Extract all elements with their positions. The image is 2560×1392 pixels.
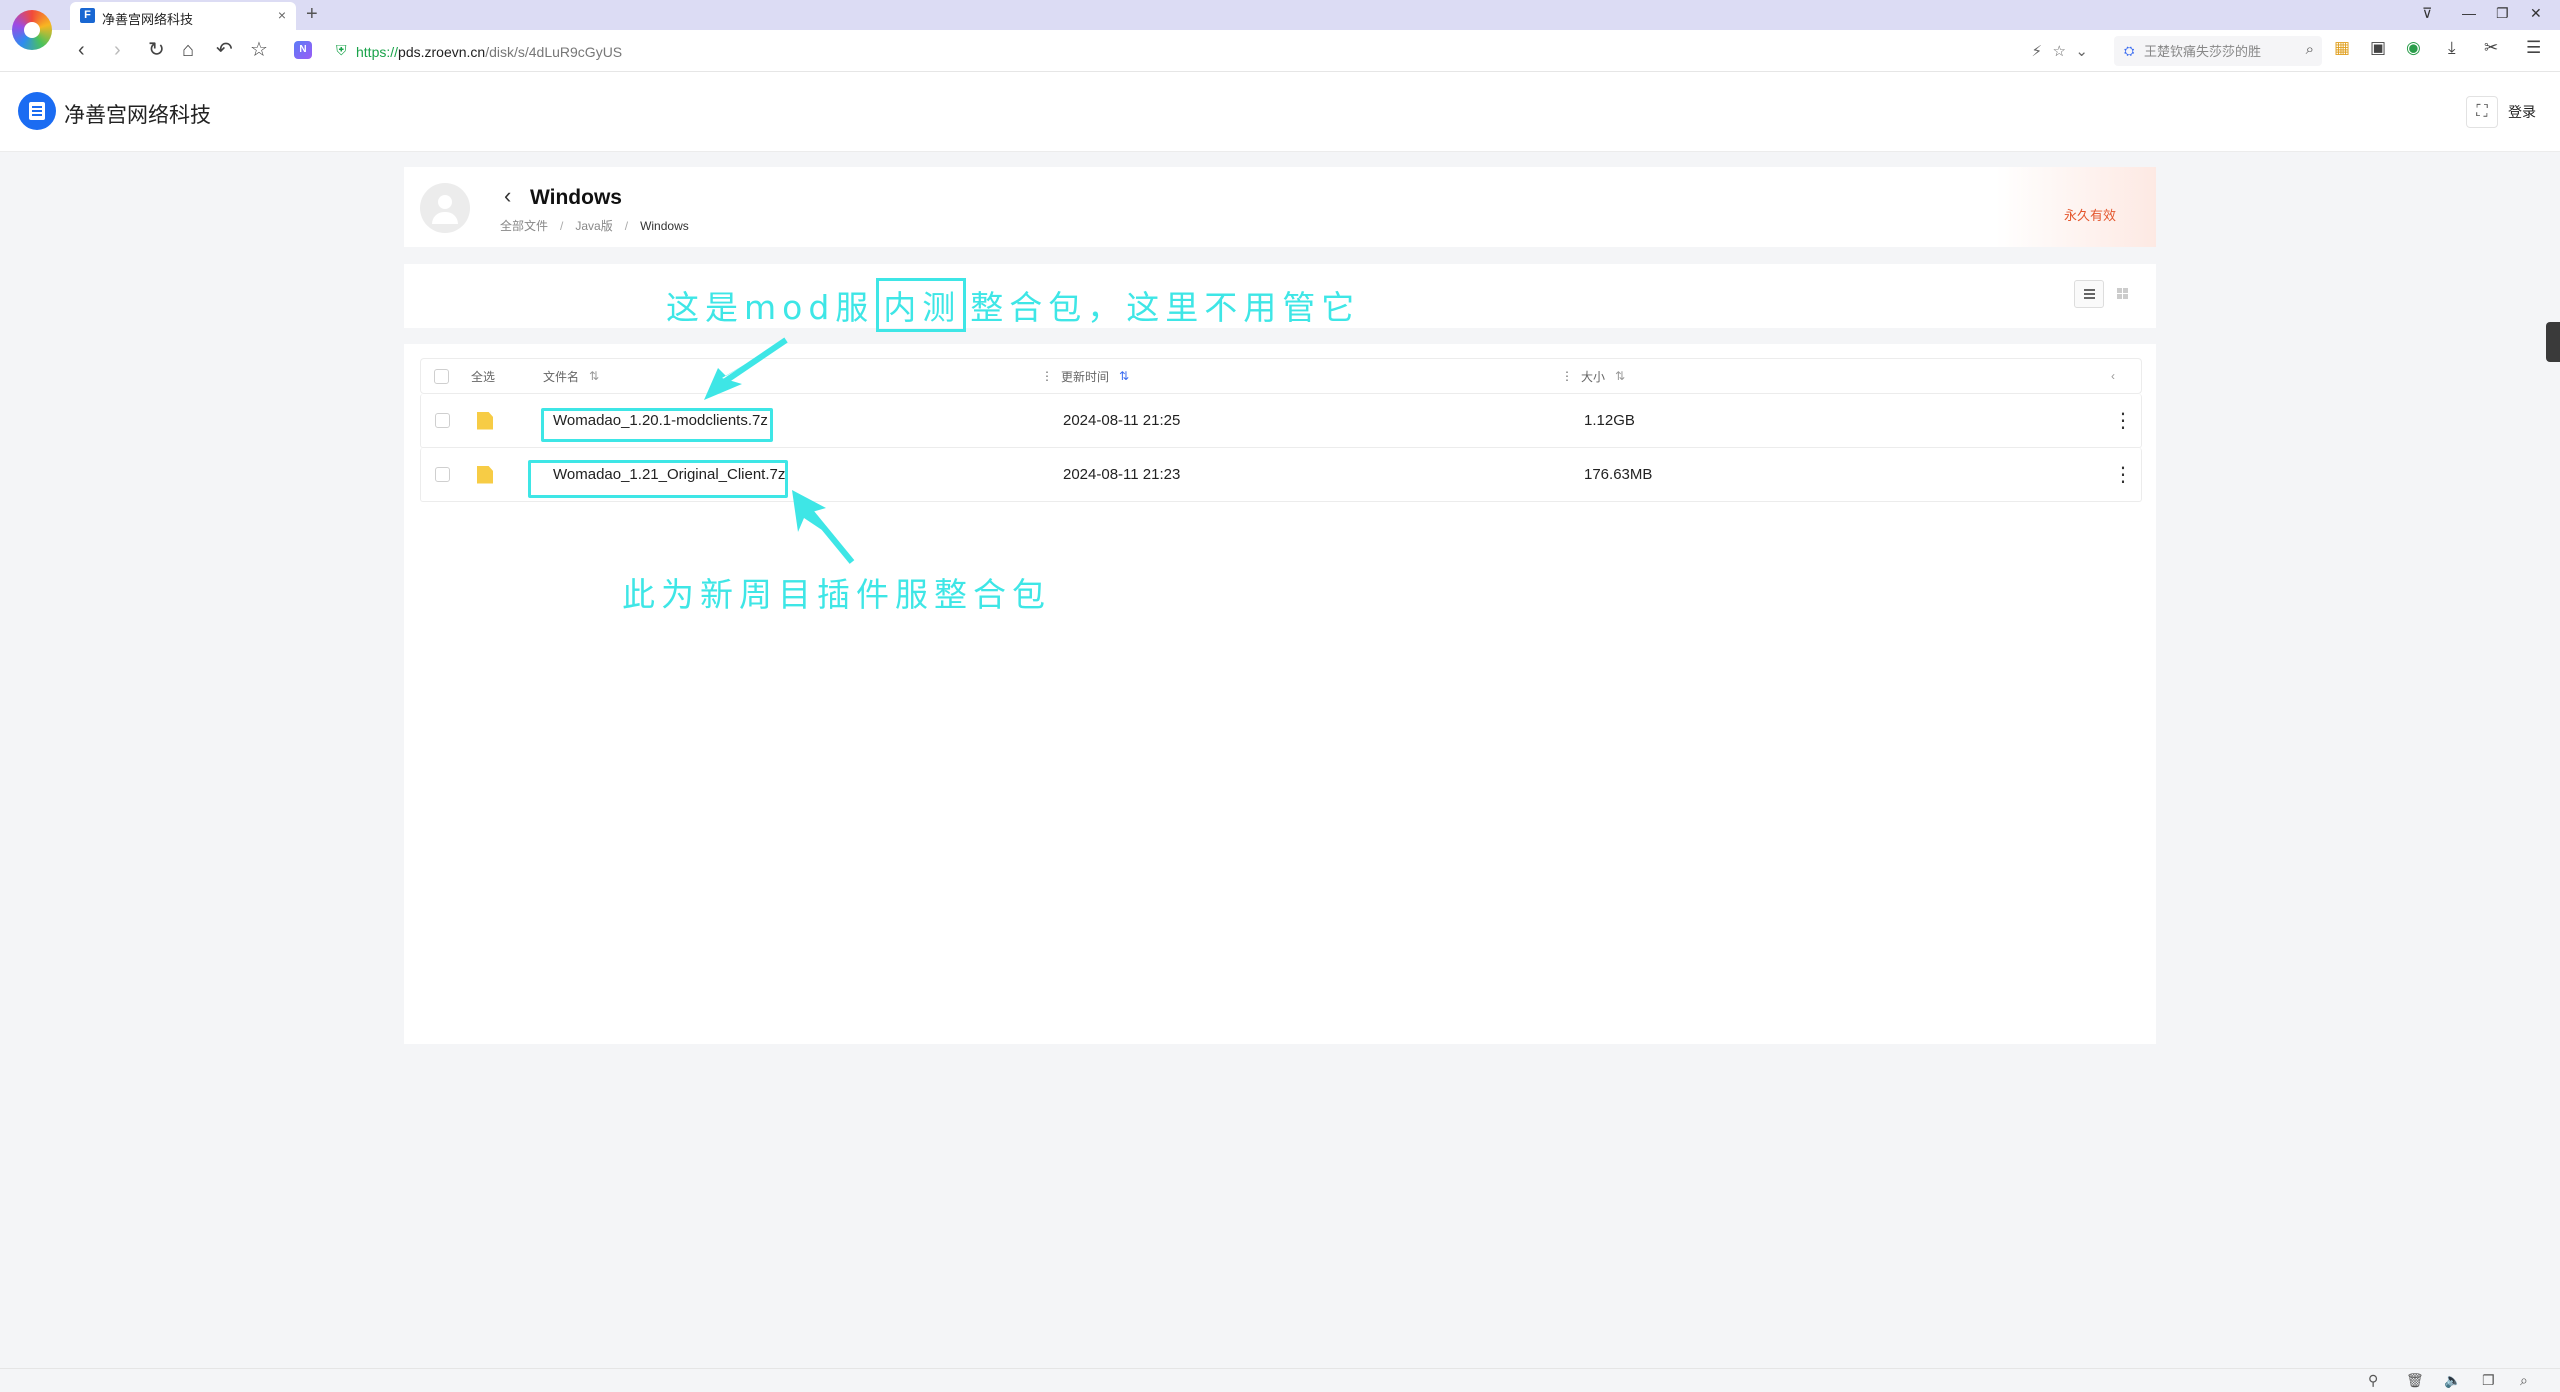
back-icon[interactable]: ‹ bbox=[78, 39, 85, 61]
globe-icon[interactable]: ◉ bbox=[2406, 38, 2421, 58]
site-header: 净善宫网络科技 ⛶ 登录 bbox=[0, 72, 2560, 152]
avatar bbox=[420, 183, 470, 233]
url-protocol: https:// bbox=[356, 44, 399, 60]
window-icon[interactable]: ❐ bbox=[2482, 1372, 2495, 1389]
grid-view-button[interactable] bbox=[2108, 280, 2138, 308]
building-logo-icon[interactable] bbox=[18, 92, 56, 130]
breadcrumb-item-all-files[interactable]: 全部文件 bbox=[500, 219, 548, 233]
search-engine-icon[interactable]: ⛭ bbox=[2124, 43, 2134, 59]
back-icon[interactable]: ‹ bbox=[504, 183, 511, 209]
home-icon[interactable]: ⌂ bbox=[182, 39, 194, 61]
url-path: /disk/s/4dLuR9cGyUS bbox=[485, 44, 623, 60]
url-text[interactable]: https://pds.zroevn.cn/disk/s/4dLuR9cGyUS bbox=[356, 44, 622, 60]
site-name[interactable]: 净善宫网络科技 bbox=[64, 99, 211, 129]
select-all-checkbox[interactable] bbox=[434, 368, 449, 384]
annotation-highlight-box: 内测 bbox=[876, 278, 967, 332]
file-time: 2024-08-11 21:23 bbox=[1063, 466, 1181, 483]
search-box[interactable]: ⛭ ⌕ bbox=[2114, 36, 2322, 66]
list-view-button[interactable] bbox=[2074, 280, 2104, 308]
column-header-size[interactable]: 大小 bbox=[1581, 368, 1605, 385]
grid-view-icon bbox=[2117, 288, 2122, 293]
chevron-down-icon[interactable]: ⌄ bbox=[2075, 42, 2088, 60]
file-size: 1.12GB bbox=[1584, 412, 1635, 429]
more-options-icon[interactable]: ⋮ bbox=[2113, 462, 2133, 487]
file-list-panel: 全选 文件名 ⇅ ⋮ 更新时间 ⇅ ⋮ 大小 ⇅ ‹ Womadao_1.20.… bbox=[404, 344, 2156, 1044]
secure-shield-icon: ⛨ bbox=[336, 42, 347, 58]
bookmark-star-icon[interactable]: ☆ bbox=[250, 39, 268, 61]
tab-close-icon[interactable]: × bbox=[278, 7, 286, 23]
more-options-icon[interactable]: ⋮ bbox=[2113, 408, 2133, 433]
qr-scan-icon: ⛶ bbox=[2476, 103, 2488, 120]
list-view-icon bbox=[2084, 289, 2095, 291]
favorite-icon[interactable]: ☆ bbox=[2053, 42, 2066, 60]
sort-icon[interactable]: ⇅ bbox=[1615, 369, 1625, 383]
archive-file-icon bbox=[477, 465, 493, 484]
breadcrumb-separator: / bbox=[560, 219, 564, 233]
breadcrumb-separator: / bbox=[624, 219, 629, 233]
breadcrumb: 全部文件 / Java版 / Windows bbox=[500, 217, 695, 234]
validity-text: 永久有效 bbox=[2063, 208, 2116, 223]
breadcrumb-item-windows: Windows bbox=[640, 219, 689, 233]
folder-header-panel: ‹ Windows 全部文件 / Java版 / Windows 永久有效 bbox=[404, 167, 2156, 247]
row-checkbox[interactable] bbox=[435, 413, 450, 428]
login-button[interactable]: 登录 bbox=[2508, 102, 2536, 122]
close-window-icon[interactable]: ✕ bbox=[2530, 5, 2542, 22]
file-size: 176.63MB bbox=[1584, 466, 1653, 483]
side-panel-handle[interactable] bbox=[2546, 322, 2560, 362]
reload-icon[interactable]: ↻ bbox=[148, 39, 165, 61]
browser-tab-bar: F 净善宫网络科技 × + ⊽ — ❐ ✕ bbox=[0, 0, 2560, 30]
annotation-text-part: 这是mod服 bbox=[666, 288, 875, 327]
apps-icon[interactable]: ▦ bbox=[2334, 38, 2350, 58]
extension-icon[interactable]: N bbox=[294, 41, 312, 59]
site-favicon-icon: F bbox=[80, 8, 95, 23]
annotation-plugin-server-note: 此为新周目插件服整合包 bbox=[622, 575, 1051, 614]
qr-scan-button[interactable]: ⛶ bbox=[2466, 96, 2498, 128]
collapse-chevron-icon[interactable]: ‹ bbox=[2111, 369, 2115, 383]
undo-close-tab-icon[interactable]: ↶ bbox=[216, 39, 233, 61]
file-time: 2024-08-11 21:25 bbox=[1063, 412, 1181, 429]
column-header-name[interactable]: 文件名 bbox=[543, 368, 579, 385]
column-menu-icon[interactable]: ⋮ bbox=[1561, 369, 1573, 383]
validity-badge: 永久有效 bbox=[1996, 167, 2156, 247]
browser-logo-icon[interactable] bbox=[12, 10, 52, 50]
browser-tab-active[interactable]: F 净善宫网络科技 × bbox=[70, 2, 296, 30]
tab-title: 净善宫网络科技 bbox=[102, 12, 194, 27]
archive-file-icon bbox=[477, 411, 493, 430]
select-all-label[interactable]: 全选 bbox=[471, 368, 495, 385]
speed-mode-icon[interactable]: ⚡ bbox=[2031, 42, 2042, 60]
window-icon[interactable]: ▣ bbox=[2370, 38, 2386, 58]
sort-icon[interactable]: ⇅ bbox=[1119, 369, 1129, 383]
column-header-time[interactable]: 更新时间 bbox=[1061, 368, 1109, 385]
row-checkbox[interactable] bbox=[435, 467, 450, 482]
download-icon[interactable]: ⤓ bbox=[2448, 38, 2456, 58]
folder-title: Windows bbox=[530, 186, 622, 209]
new-tab-button[interactable]: + bbox=[306, 3, 318, 26]
search-input[interactable] bbox=[2142, 40, 2292, 62]
menu-icon[interactable]: ☰ bbox=[2526, 38, 2541, 58]
search-icon[interactable]: ⌕ bbox=[2306, 41, 2314, 58]
annotation-mod-server-note: 这是mod服 内测 整合包，这里不用管它 bbox=[666, 278, 1360, 332]
annotation-box-original-client bbox=[528, 460, 788, 498]
url-host: pds.zroevn.cn bbox=[398, 44, 486, 60]
browser-toolbar: ‹ › ↻ ⌂ ↶ ☆ N ⛨ https://pds.zroevn.cn/di… bbox=[0, 30, 2560, 72]
trash-icon[interactable]: 🗑 bbox=[2406, 1372, 2424, 1389]
table-header: 全选 文件名 ⇅ ⋮ 更新时间 ⇅ ⋮ 大小 ⇅ ‹ bbox=[420, 358, 2142, 394]
address-bar[interactable]: ⛨ https://pds.zroevn.cn/disk/s/4dLuR9cGy… bbox=[326, 36, 2100, 66]
breadcrumb-item-java[interactable]: Java版 bbox=[575, 219, 612, 233]
sort-icon[interactable]: ⇅ bbox=[589, 369, 599, 383]
annotation-box-modclients bbox=[541, 408, 773, 442]
volume-icon[interactable]: 🔈 bbox=[2444, 1372, 2461, 1389]
minimize-icon[interactable]: — bbox=[2462, 5, 2476, 21]
zoom-icon[interactable]: ⌕ bbox=[2520, 1372, 2528, 1389]
browser-status-bar: ⚲ 🗑 🔈 ❐ ⌕ bbox=[0, 1368, 2560, 1392]
column-menu-icon[interactable]: ⋮ bbox=[1041, 369, 1053, 383]
restore-icon[interactable]: ❐ bbox=[2496, 5, 2509, 22]
skin-icon[interactable]: ⊽ bbox=[2422, 5, 2432, 22]
screenshot-cut-icon[interactable]: ✂ bbox=[2484, 38, 2498, 58]
accelerate-icon[interactable]: ⚲ bbox=[2368, 1372, 2378, 1389]
forward-icon[interactable]: › bbox=[114, 39, 121, 61]
annotation-text-part: 整合包，这里不用管它 bbox=[970, 288, 1361, 327]
